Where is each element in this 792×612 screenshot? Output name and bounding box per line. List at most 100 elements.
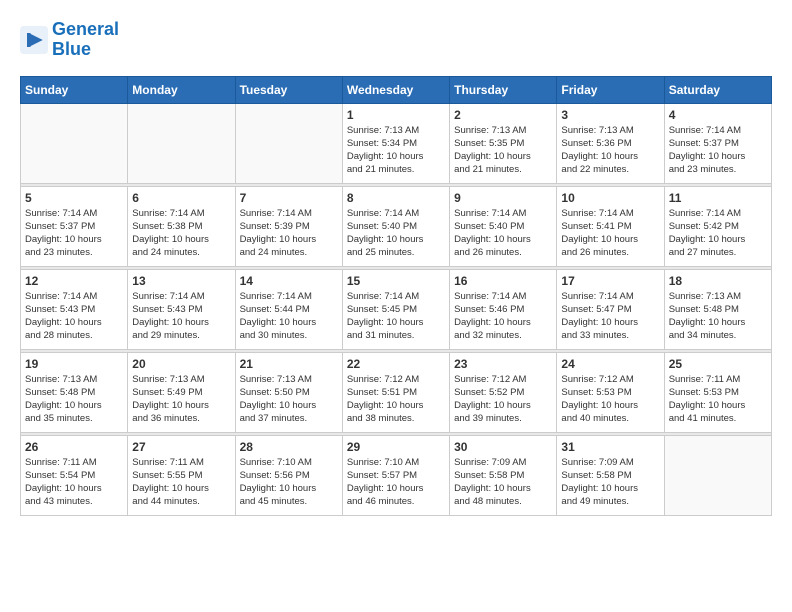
logo-text: General Blue xyxy=(52,20,119,60)
col-header-saturday: Saturday xyxy=(664,76,771,103)
day-cell: 27Sunrise: 7:11 AM Sunset: 5:55 PM Dayli… xyxy=(128,435,235,515)
day-cell: 28Sunrise: 7:10 AM Sunset: 5:56 PM Dayli… xyxy=(235,435,342,515)
day-cell: 11 Sunrise: 7:14 AM Sunset: 5:42 PM Dayli… xyxy=(664,186,771,266)
day-cell: 20 Sunrise: 7:13 AM Sunset: 5:49 PM Dayli… xyxy=(128,352,235,432)
day-number: 13 xyxy=(132,274,230,288)
day-cell: 22 Sunrise: 7:12 AM Sunset: 5:51 PM Dayli… xyxy=(342,352,449,432)
day-number: 14 xyxy=(240,274,338,288)
day-info: Sunrise: 7:11 AM Sunset: 5:55 PM Dayligh… xyxy=(132,456,230,509)
day-number: 1 xyxy=(347,108,445,122)
day-cell: 15 Sunrise: 7:14 AM Sunset: 5:45 PM Dayli… xyxy=(342,269,449,349)
calendar-header-row: SundayMondayTuesdayWednesdayThursdayFrid… xyxy=(21,76,772,103)
day-info: Sunrise: 7:14 AM Sunset: 5:47 PM Dayligh… xyxy=(561,290,659,343)
week-row-4: 19Sunrise: 7:13 AM Sunset: 5:48 PM Dayli… xyxy=(21,352,772,432)
col-header-tuesday: Tuesday xyxy=(235,76,342,103)
day-cell: 24 Sunrise: 7:12 AM Sunset: 5:53 PM Dayli… xyxy=(557,352,664,432)
week-row-2: 5 Sunrise: 7:14 AM Sunset: 5:37 PM Daylig… xyxy=(21,186,772,266)
day-number: 23 xyxy=(454,357,552,371)
page-header: General Blue xyxy=(20,20,772,60)
day-number: 17 xyxy=(561,274,659,288)
day-cell: 19Sunrise: 7:13 AM Sunset: 5:48 PM Dayli… xyxy=(21,352,128,432)
day-number: 24 xyxy=(561,357,659,371)
day-cell: 6 Sunrise: 7:14 AM Sunset: 5:38 PM Daylig… xyxy=(128,186,235,266)
week-row-1: 1Sunrise: 7:13 AM Sunset: 5:34 PM Daylig… xyxy=(21,103,772,183)
day-cell: 16 Sunrise: 7:14 AM Sunset: 5:46 PM Dayli… xyxy=(450,269,557,349)
day-number: 20 xyxy=(132,357,230,371)
day-number: 5 xyxy=(25,191,123,205)
day-cell xyxy=(128,103,235,183)
day-info: Sunrise: 7:12 AM Sunset: 5:53 PM Dayligh… xyxy=(561,373,659,426)
day-info: Sunrise: 7:09 AM Sunset: 5:58 PM Dayligh… xyxy=(454,456,552,509)
day-cell: 18 Sunrise: 7:13 AM Sunset: 5:48 PM Dayli… xyxy=(664,269,771,349)
day-info: Sunrise: 7:12 AM Sunset: 5:51 PM Dayligh… xyxy=(347,373,445,426)
day-cell: 3 Sunrise: 7:13 AM Sunset: 5:36 PM Daylig… xyxy=(557,103,664,183)
day-number: 16 xyxy=(454,274,552,288)
day-number: 21 xyxy=(240,357,338,371)
day-number: 6 xyxy=(132,191,230,205)
day-cell: 17 Sunrise: 7:14 AM Sunset: 5:47 PM Dayli… xyxy=(557,269,664,349)
day-number: 9 xyxy=(454,191,552,205)
logo: General Blue xyxy=(20,20,119,60)
day-number: 29 xyxy=(347,440,445,454)
day-cell: 25 Sunrise: 7:11 AM Sunset: 5:53 PM Dayli… xyxy=(664,352,771,432)
col-header-monday: Monday xyxy=(128,76,235,103)
day-cell: 10Sunrise: 7:14 AM Sunset: 5:41 PM Dayli… xyxy=(557,186,664,266)
day-cell: 30 Sunrise: 7:09 AM Sunset: 5:58 PM Dayli… xyxy=(450,435,557,515)
day-cell: 12 Sunrise: 7:14 AM Sunset: 5:43 PM Dayli… xyxy=(21,269,128,349)
day-cell: 31 Sunrise: 7:09 AM Sunset: 5:58 PM Dayli… xyxy=(557,435,664,515)
day-number: 12 xyxy=(25,274,123,288)
day-cell: 13Sunrise: 7:14 AM Sunset: 5:43 PM Dayli… xyxy=(128,269,235,349)
day-info: Sunrise: 7:14 AM Sunset: 5:45 PM Dayligh… xyxy=(347,290,445,343)
day-info: Sunrise: 7:14 AM Sunset: 5:42 PM Dayligh… xyxy=(669,207,767,260)
day-info: Sunrise: 7:14 AM Sunset: 5:38 PM Dayligh… xyxy=(132,207,230,260)
day-info: Sunrise: 7:13 AM Sunset: 5:48 PM Dayligh… xyxy=(669,290,767,343)
day-info: Sunrise: 7:13 AM Sunset: 5:35 PM Dayligh… xyxy=(454,124,552,177)
day-info: Sunrise: 7:14 AM Sunset: 5:37 PM Dayligh… xyxy=(669,124,767,177)
day-cell: 7 Sunrise: 7:14 AM Sunset: 5:39 PM Daylig… xyxy=(235,186,342,266)
day-info: Sunrise: 7:13 AM Sunset: 5:50 PM Dayligh… xyxy=(240,373,338,426)
day-number: 18 xyxy=(669,274,767,288)
day-cell: 26 Sunrise: 7:11 AM Sunset: 5:54 PM Dayli… xyxy=(21,435,128,515)
day-cell: 8Sunrise: 7:14 AM Sunset: 5:40 PM Daylig… xyxy=(342,186,449,266)
week-row-3: 12 Sunrise: 7:14 AM Sunset: 5:43 PM Dayli… xyxy=(21,269,772,349)
day-cell: 5 Sunrise: 7:14 AM Sunset: 5:37 PM Daylig… xyxy=(21,186,128,266)
day-info: Sunrise: 7:12 AM Sunset: 5:52 PM Dayligh… xyxy=(454,373,552,426)
day-number: 15 xyxy=(347,274,445,288)
day-info: Sunrise: 7:10 AM Sunset: 5:57 PM Dayligh… xyxy=(347,456,445,509)
day-cell: 9 Sunrise: 7:14 AM Sunset: 5:40 PM Daylig… xyxy=(450,186,557,266)
day-info: Sunrise: 7:09 AM Sunset: 5:58 PM Dayligh… xyxy=(561,456,659,509)
day-cell xyxy=(21,103,128,183)
day-number: 22 xyxy=(347,357,445,371)
day-info: Sunrise: 7:14 AM Sunset: 5:46 PM Dayligh… xyxy=(454,290,552,343)
day-info: Sunrise: 7:14 AM Sunset: 5:39 PM Dayligh… xyxy=(240,207,338,260)
day-cell: 2Sunrise: 7:13 AM Sunset: 5:35 PM Daylig… xyxy=(450,103,557,183)
day-cell: 21 Sunrise: 7:13 AM Sunset: 5:50 PM Dayli… xyxy=(235,352,342,432)
day-info: Sunrise: 7:11 AM Sunset: 5:53 PM Dayligh… xyxy=(669,373,767,426)
week-row-5: 26 Sunrise: 7:11 AM Sunset: 5:54 PM Dayli… xyxy=(21,435,772,515)
day-number: 4 xyxy=(669,108,767,122)
day-number: 25 xyxy=(669,357,767,371)
day-info: Sunrise: 7:11 AM Sunset: 5:54 PM Dayligh… xyxy=(25,456,123,509)
day-cell: 14 Sunrise: 7:14 AM Sunset: 5:44 PM Dayli… xyxy=(235,269,342,349)
day-info: Sunrise: 7:13 AM Sunset: 5:48 PM Dayligh… xyxy=(25,373,123,426)
day-number: 30 xyxy=(454,440,552,454)
day-number: 3 xyxy=(561,108,659,122)
day-info: Sunrise: 7:13 AM Sunset: 5:36 PM Dayligh… xyxy=(561,124,659,177)
logo-icon xyxy=(20,26,48,54)
col-header-sunday: Sunday xyxy=(21,76,128,103)
day-cell: 1Sunrise: 7:13 AM Sunset: 5:34 PM Daylig… xyxy=(342,103,449,183)
col-header-wednesday: Wednesday xyxy=(342,76,449,103)
day-number: 11 xyxy=(669,191,767,205)
day-number: 28 xyxy=(240,440,338,454)
day-info: Sunrise: 7:14 AM Sunset: 5:40 PM Dayligh… xyxy=(454,207,552,260)
day-number: 7 xyxy=(240,191,338,205)
day-number: 31 xyxy=(561,440,659,454)
day-info: Sunrise: 7:13 AM Sunset: 5:49 PM Dayligh… xyxy=(132,373,230,426)
day-info: Sunrise: 7:14 AM Sunset: 5:37 PM Dayligh… xyxy=(25,207,123,260)
calendar-table: SundayMondayTuesdayWednesdayThursdayFrid… xyxy=(20,76,772,516)
day-info: Sunrise: 7:14 AM Sunset: 5:43 PM Dayligh… xyxy=(25,290,123,343)
day-number: 8 xyxy=(347,191,445,205)
day-info: Sunrise: 7:14 AM Sunset: 5:44 PM Dayligh… xyxy=(240,290,338,343)
day-number: 26 xyxy=(25,440,123,454)
day-cell xyxy=(235,103,342,183)
